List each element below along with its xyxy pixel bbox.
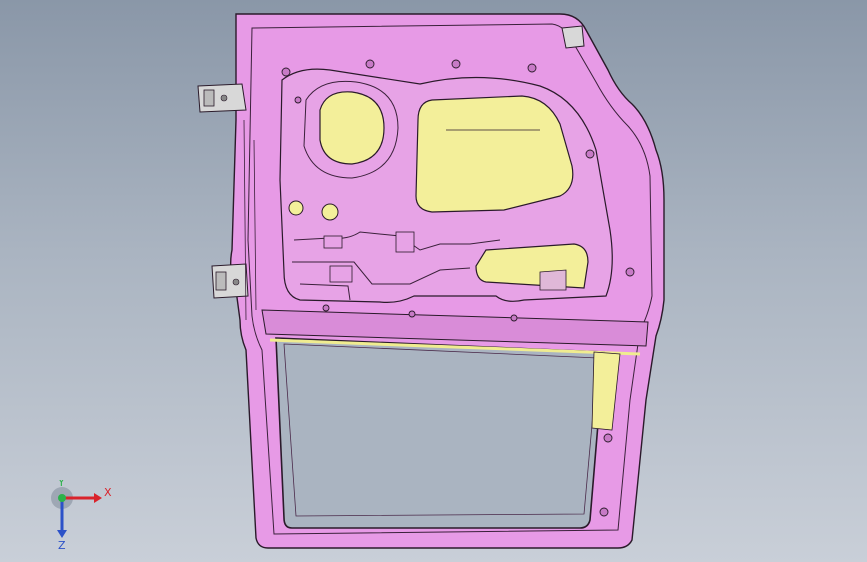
lock-mount-pocket bbox=[539, 269, 567, 291]
y-axis-dot bbox=[58, 494, 66, 502]
service-access-opening[interactable] bbox=[415, 95, 574, 213]
door-inner-panel-model[interactable] bbox=[0, 0, 867, 562]
window-opening[interactable] bbox=[275, 337, 605, 529]
pocket bbox=[323, 235, 343, 249]
coordinate-triad: X Y Z bbox=[51, 480, 112, 550]
z-axis-head bbox=[57, 530, 67, 538]
x-axis-head bbox=[94, 493, 102, 503]
y-axis-label: Y bbox=[57, 480, 65, 489]
upper-hinge[interactable] bbox=[197, 83, 247, 113]
graphics-viewport[interactable]: X Y Z bbox=[0, 0, 867, 562]
lower-access-opening[interactable] bbox=[475, 243, 589, 289]
mount-hole bbox=[288, 200, 304, 216]
top-corner-boss bbox=[561, 25, 585, 49]
z-axis-label: Z bbox=[58, 539, 66, 550]
lower-hinge[interactable] bbox=[211, 263, 249, 299]
pocket bbox=[329, 265, 353, 283]
pocket bbox=[395, 231, 415, 253]
mount-hole bbox=[321, 203, 339, 221]
x-axis-label: X bbox=[104, 486, 112, 499]
speaker-cutout[interactable] bbox=[319, 91, 385, 165]
